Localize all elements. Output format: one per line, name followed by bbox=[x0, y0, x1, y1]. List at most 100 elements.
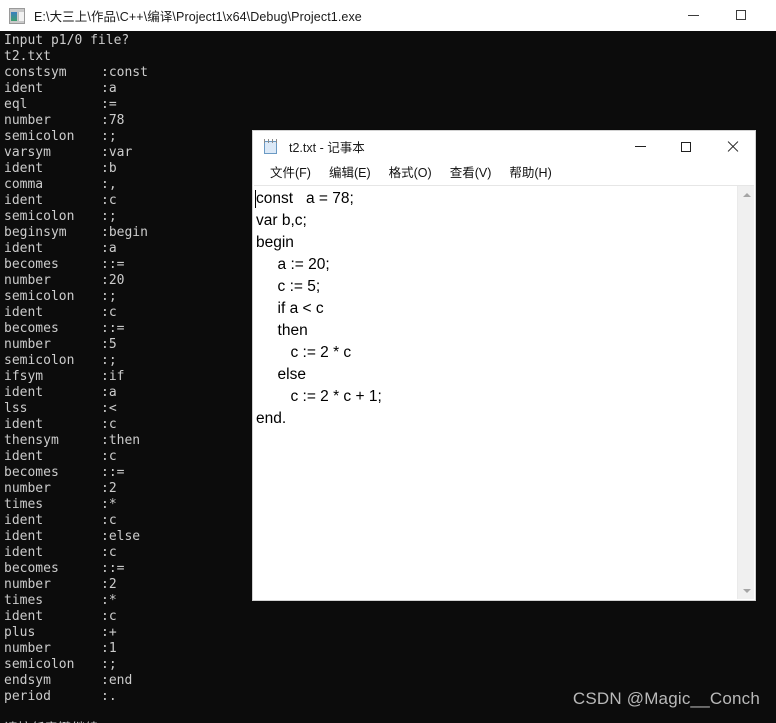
console-token-value: ::= bbox=[101, 321, 125, 336]
notepad-text-line: c := 2 * c + 1; bbox=[256, 388, 382, 405]
notepad-text-editor[interactable]: const a = 78; var b,c; begin a := 20; c :=… bbox=[254, 186, 737, 599]
console-token-value: :const bbox=[101, 65, 148, 80]
console-token-name: comma bbox=[4, 177, 44, 192]
notepad-window: t2.txt - 记事本 文件(F) 编辑(E) 格式(O) 查看(V) 帮助(H) c… bbox=[252, 130, 756, 601]
console-token-value: :2 bbox=[101, 577, 117, 592]
notepad-client-area: const a = 78; var b,c; begin a := 20; c :=… bbox=[254, 185, 754, 599]
notepad-title: t2.txt - 记事本 bbox=[289, 141, 365, 155]
console-output-line: number:1 bbox=[0, 641, 776, 657]
notepad-text-line: c := 2 * c bbox=[256, 344, 352, 361]
console-token-name: beginsym bbox=[4, 225, 67, 240]
console-token-value: :c bbox=[101, 545, 117, 560]
console-token-name: ident bbox=[4, 161, 44, 176]
console-token-name: becomes bbox=[4, 321, 59, 336]
console-token-name: varsym bbox=[4, 145, 51, 160]
console-line-text: Input p1/0 file? bbox=[4, 33, 130, 48]
screen-root: E:\大三上\作品\C++\编译\Project1\x64\Debug\Proj… bbox=[0, 0, 776, 723]
console-token-value: :a bbox=[101, 385, 117, 400]
minimize-icon bbox=[634, 146, 646, 147]
maximize-icon bbox=[736, 10, 746, 20]
console-token-name: ident bbox=[4, 417, 44, 432]
notepad-menu-item[interactable]: 编辑(E) bbox=[320, 162, 380, 184]
console-token-name: ident bbox=[4, 81, 44, 96]
notepad-text-line: c := 5; bbox=[256, 278, 321, 295]
console-token-value: :20 bbox=[101, 273, 125, 288]
console-token-name: semicolon bbox=[4, 129, 75, 144]
console-token-name: becomes bbox=[4, 257, 59, 272]
console-output-line: ident :a bbox=[0, 81, 776, 97]
console-token-name: semicolon bbox=[4, 289, 75, 304]
console-token-name: semicolon bbox=[4, 353, 75, 368]
scroll-up-icon[interactable] bbox=[738, 186, 755, 203]
console-token-name: number bbox=[4, 641, 51, 656]
notepad-menu-item[interactable]: 文件(F) bbox=[261, 162, 320, 184]
console-token-name: semicolon bbox=[4, 209, 75, 224]
console-token-value: :78 bbox=[101, 113, 125, 128]
notepad-icon bbox=[263, 138, 279, 155]
console-token-name: endsym bbox=[4, 673, 51, 688]
console-title: E:\大三上\作品\C++\编译\Project1\x64\Debug\Proj… bbox=[34, 10, 362, 24]
notepad-minimize-button[interactable] bbox=[617, 131, 663, 162]
notepad-maximize-button[interactable] bbox=[663, 131, 709, 162]
console-line-text: t2.txt bbox=[4, 49, 51, 64]
console-token-name: number bbox=[4, 481, 51, 496]
notepad-text-line: begin bbox=[256, 234, 294, 251]
console-titlebar[interactable]: E:\大三上\作品\C++\编译\Project1\x64\Debug\Proj… bbox=[0, 0, 776, 32]
console-maximize-button[interactable] bbox=[718, 0, 764, 30]
console-token-value: :; bbox=[101, 657, 117, 672]
notepad-text-line: const a = 78; bbox=[256, 190, 354, 207]
console-token-value: :+ bbox=[101, 625, 117, 640]
notepad-text-line: then bbox=[256, 322, 308, 339]
minimize-icon bbox=[687, 14, 699, 16]
console-token-name: ident bbox=[4, 513, 44, 528]
notepad-text-line: else bbox=[256, 366, 306, 383]
scroll-down-icon[interactable] bbox=[738, 582, 755, 599]
console-token-name: times bbox=[4, 593, 44, 608]
notepad-vertical-scrollbar[interactable] bbox=[737, 186, 754, 599]
console-token-value: :, bbox=[101, 177, 117, 192]
console-token-value: ::= bbox=[101, 465, 125, 480]
console-token-name: semicolon bbox=[4, 657, 75, 672]
console-token-value: :c bbox=[101, 193, 117, 208]
console-token-name: ident bbox=[4, 305, 44, 320]
console-token-name: ident bbox=[4, 449, 44, 464]
console-output-line: plus:+ bbox=[0, 625, 776, 641]
console-token-name: times bbox=[4, 497, 44, 512]
console-token-name: becomes bbox=[4, 561, 59, 576]
console-token-value: :c bbox=[101, 609, 117, 624]
console-minimize-button[interactable] bbox=[670, 0, 716, 30]
console-token-name: ident bbox=[4, 193, 44, 208]
console-output-line: ident:c bbox=[0, 609, 776, 625]
console-token-value: :a bbox=[101, 241, 117, 256]
console-output-line: Input p1/0 file? bbox=[0, 33, 776, 49]
console-token-value: :5 bbox=[101, 337, 117, 352]
console-token-value: :; bbox=[101, 353, 117, 368]
console-token-name: number bbox=[4, 577, 51, 592]
notepad-menubar: 文件(F) 编辑(E) 格式(O) 查看(V) 帮助(H) bbox=[253, 162, 755, 184]
console-token-name: number bbox=[4, 273, 51, 288]
console-token-name: ident bbox=[4, 385, 44, 400]
console-token-name: period bbox=[4, 689, 51, 704]
console-token-name: thensym bbox=[4, 433, 59, 448]
notepad-close-button[interactable] bbox=[709, 131, 755, 162]
console-token-name: ident bbox=[4, 545, 44, 560]
console-token-value: :var bbox=[101, 145, 133, 160]
console-output-line: endsym:end bbox=[0, 673, 776, 689]
watermark-text: CSDN @Magic__Conch bbox=[572, 689, 760, 708]
console-token-value: :. bbox=[101, 689, 117, 704]
close-icon bbox=[726, 140, 739, 153]
notepad-menu-item[interactable]: 格式(O) bbox=[380, 162, 441, 184]
notepad-menu-item[interactable]: 查看(V) bbox=[441, 162, 501, 184]
console-token-name: constsym bbox=[4, 65, 67, 80]
console-output-line: constsym :const bbox=[0, 65, 776, 81]
notepad-text-line: end. bbox=[256, 410, 287, 427]
console-token-value: :a bbox=[101, 81, 117, 96]
console-token-name: ident bbox=[4, 241, 44, 256]
notepad-menu-item[interactable]: 帮助(H) bbox=[500, 162, 560, 184]
console-token-name: ident bbox=[4, 529, 44, 544]
console-output-line: semicolon:; bbox=[0, 657, 776, 673]
console-token-value: :< bbox=[101, 401, 117, 416]
notepad-titlebar[interactable]: t2.txt - 记事本 bbox=[253, 131, 755, 162]
console-token-name: becomes bbox=[4, 465, 59, 480]
console-output-line: eql:= bbox=[0, 97, 776, 113]
